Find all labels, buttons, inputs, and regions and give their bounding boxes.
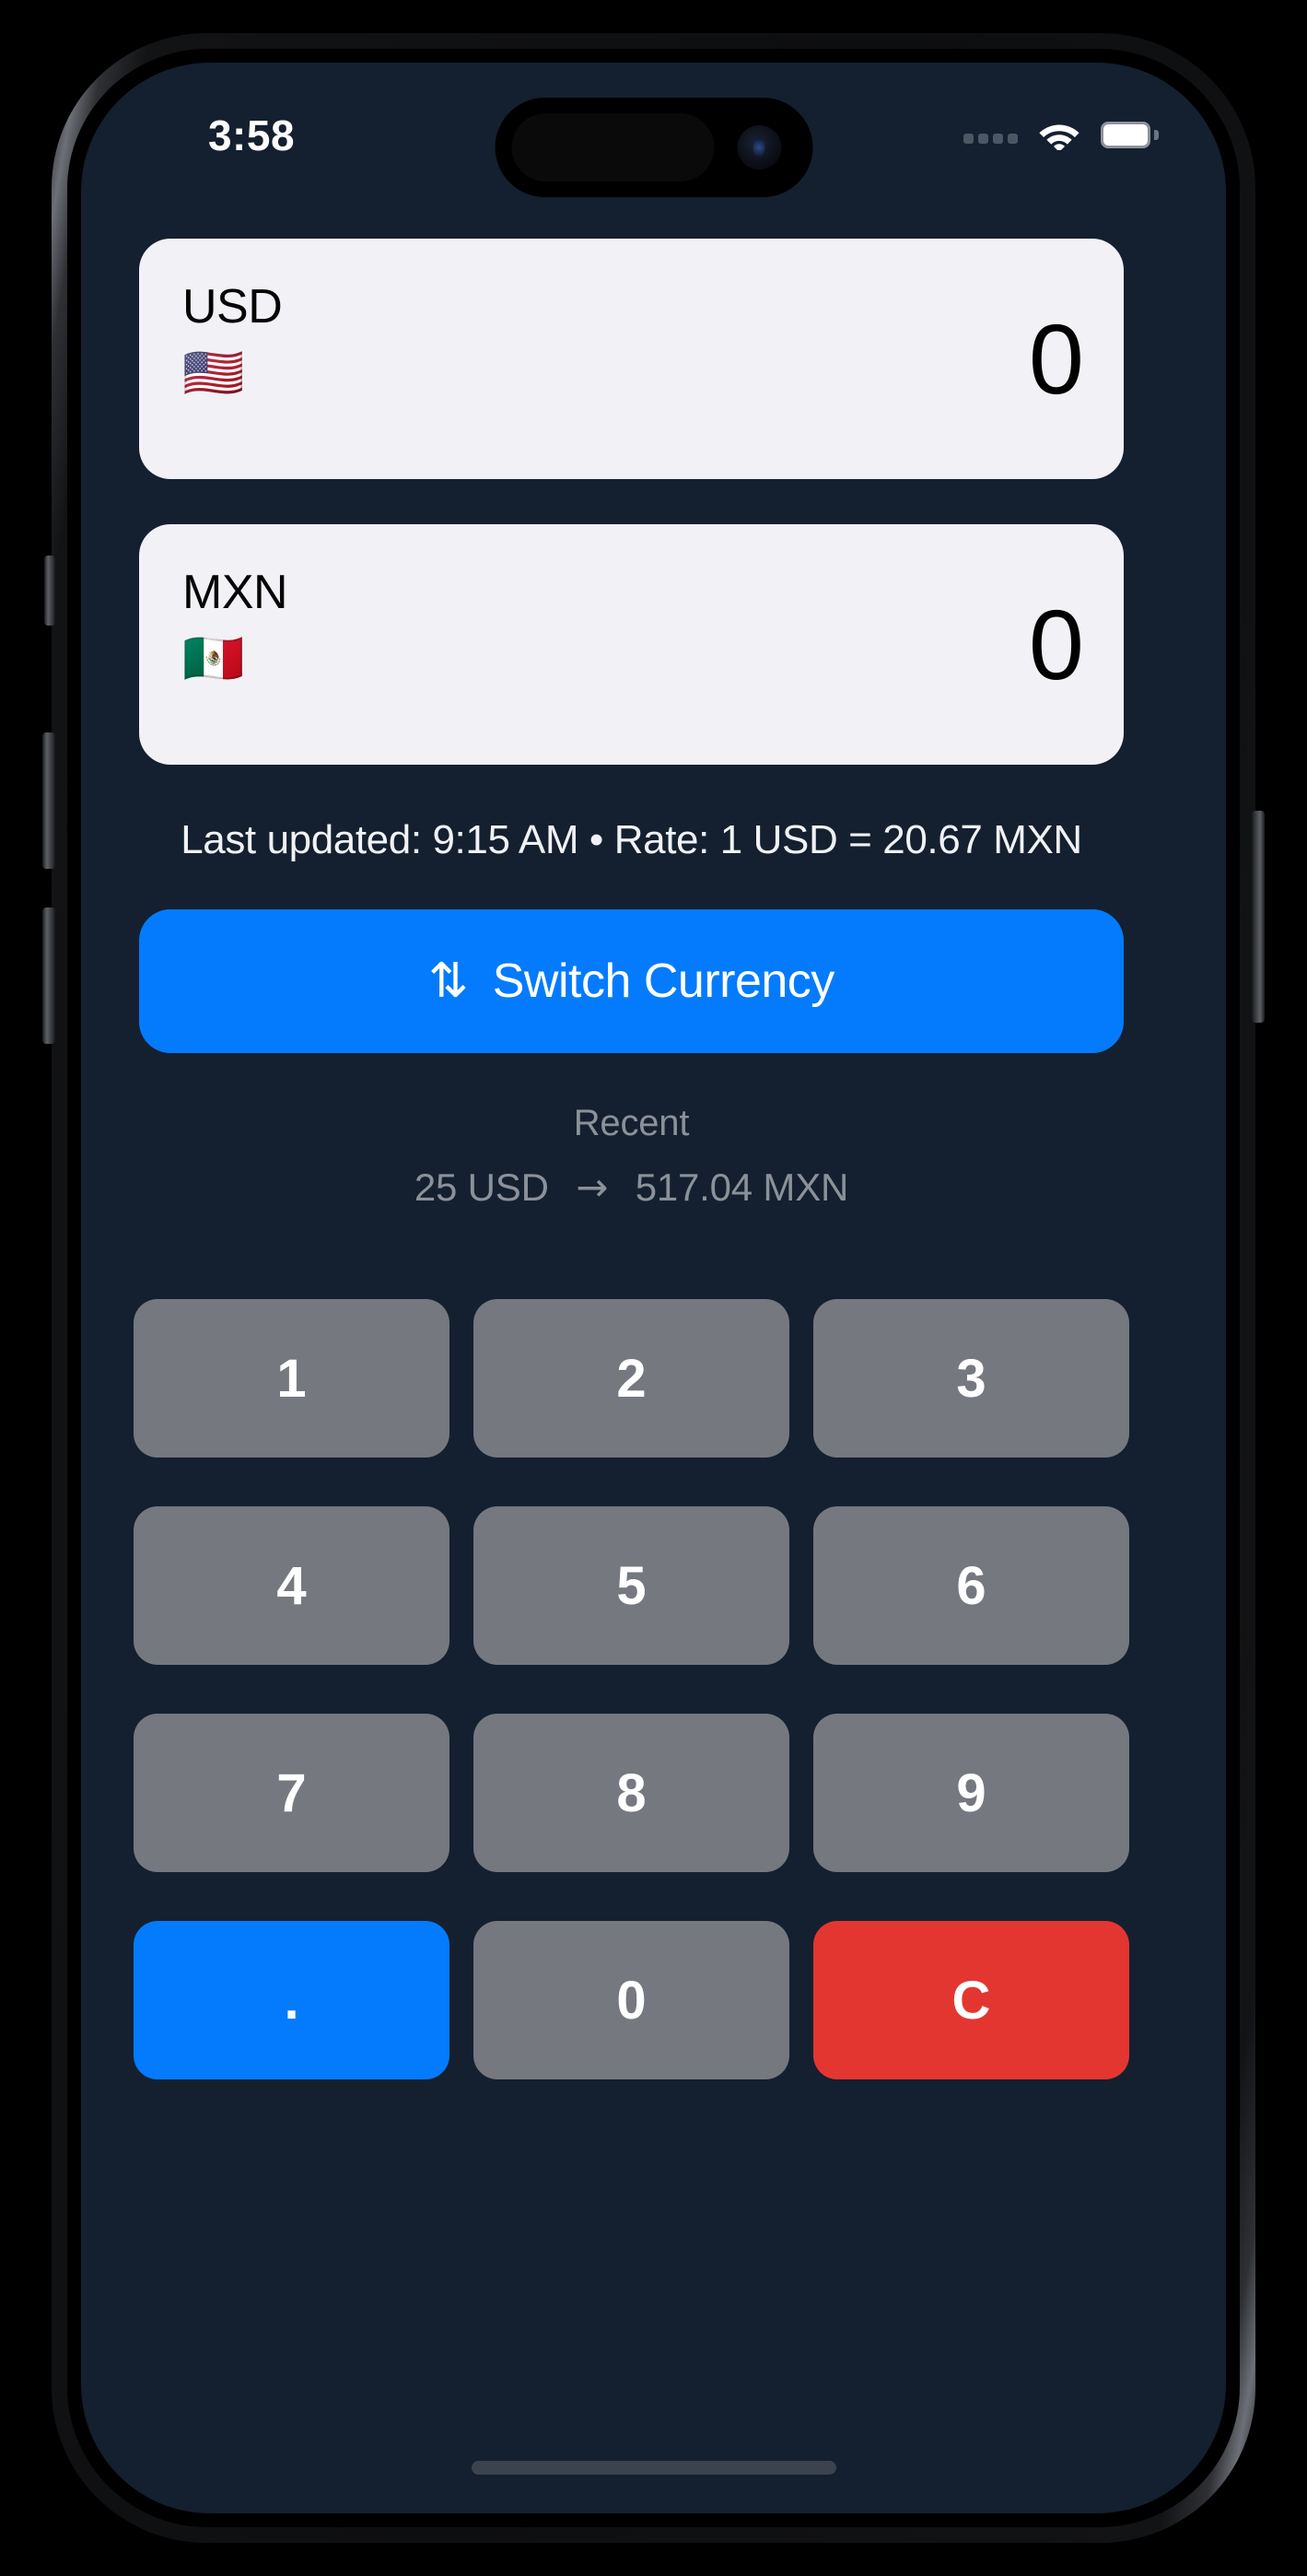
- recent-from-amount: 25 USD: [414, 1165, 549, 1209]
- status-bar: 3:58: [81, 63, 1226, 224]
- key-clear[interactable]: C: [813, 1921, 1129, 2079]
- key-3-label: 3: [956, 1348, 986, 1409]
- recent-conversion-entry[interactable]: 25 USD → 517.04 MXN: [139, 1165, 1124, 1210]
- flag-united-states-icon: 🇺🇸: [182, 345, 245, 401]
- switch-currency-label: Switch Currency: [492, 954, 835, 1008]
- dynamic-island: [495, 98, 812, 197]
- key-2[interactable]: 2: [473, 1299, 789, 1458]
- key-9-label: 9: [956, 1762, 986, 1823]
- signal-dots-icon: [963, 125, 1018, 144]
- key-6[interactable]: 6: [813, 1506, 1129, 1665]
- key-0-label: 0: [616, 1970, 647, 2031]
- key-9[interactable]: 9: [813, 1714, 1129, 1872]
- recent-title: Recent: [573, 1103, 690, 1143]
- key-4-label: 4: [276, 1555, 307, 1616]
- switch-currency-button[interactable]: ⇅ Switch Currency: [139, 909, 1124, 1053]
- home-indicator[interactable]: [471, 2461, 836, 2475]
- key-2-label: 2: [616, 1348, 647, 1409]
- key-0[interactable]: 0: [473, 1921, 789, 2079]
- front-camera-icon: [737, 125, 781, 170]
- power-button[interactable]: [1252, 811, 1265, 1023]
- arrow-right-icon: →: [576, 1165, 609, 1210]
- currency-amount-target: 0: [1028, 588, 1084, 700]
- key-6-label: 6: [956, 1555, 986, 1616]
- recent-section: Recent 25 USD → 517.04 MXN: [139, 1103, 1124, 1210]
- exchange-rate-info: Last updated: 9:15 AM • Rate: 1 USD = 20…: [181, 817, 1082, 862]
- screenshot-canvas: 3:58 USD 🇺🇸 0 MXN 🇲🇽 0 Last updated: 9:1…: [0, 0, 1307, 2576]
- volume-down-button[interactable]: [42, 907, 55, 1044]
- key-decimal[interactable]: .: [134, 1921, 449, 2079]
- key-5[interactable]: 5: [473, 1506, 789, 1665]
- silent-switch-button[interactable]: [44, 556, 55, 626]
- numeric-keypad: 1 2 3 4 5 6 7 8 9. 0 C: [134, 1299, 1129, 2079]
- key-decimal-label: .: [284, 1970, 299, 2031]
- dynamic-island-pill: [511, 113, 714, 181]
- key-8-label: 8: [616, 1762, 647, 1823]
- battery-full-icon: [1101, 121, 1159, 148]
- key-4[interactable]: 4: [134, 1506, 449, 1665]
- key-7-label: 7: [276, 1762, 307, 1823]
- wifi-icon: [1039, 124, 1079, 150]
- key-5-label: 5: [616, 1555, 647, 1616]
- currency-card-source[interactable]: USD 🇺🇸 0: [139, 239, 1124, 479]
- phone-screen: 3:58 USD 🇺🇸 0 MXN 🇲🇽 0 Last updated: 9:1…: [81, 63, 1226, 2513]
- currency-converter-app: USD 🇺🇸 0 MXN 🇲🇽 0 Last updated: 9:15 AM …: [81, 224, 1226, 2513]
- currency-code-source: USD: [182, 280, 283, 334]
- status-bar-indicators: [963, 111, 1159, 158]
- key-7[interactable]: 7: [134, 1714, 449, 1872]
- key-1[interactable]: 1: [134, 1299, 449, 1458]
- switch-arrows-icon: ⇅: [428, 954, 469, 1009]
- recent-to-amount: 517.04 MXN: [635, 1165, 849, 1209]
- key-1-label: 1: [276, 1348, 307, 1409]
- flag-mexico-icon: 🇲🇽: [182, 631, 245, 686]
- currency-code-target: MXN: [182, 566, 288, 619]
- status-bar-clock: 3:58: [207, 111, 296, 159]
- key-clear-label: C: [951, 1970, 991, 2031]
- currency-card-target[interactable]: MXN 🇲🇽 0: [139, 524, 1124, 765]
- key-8[interactable]: 8: [473, 1714, 789, 1872]
- volume-up-button[interactable]: [42, 732, 55, 869]
- key-3[interactable]: 3: [813, 1299, 1129, 1458]
- currency-amount-source: 0: [1028, 302, 1084, 415]
